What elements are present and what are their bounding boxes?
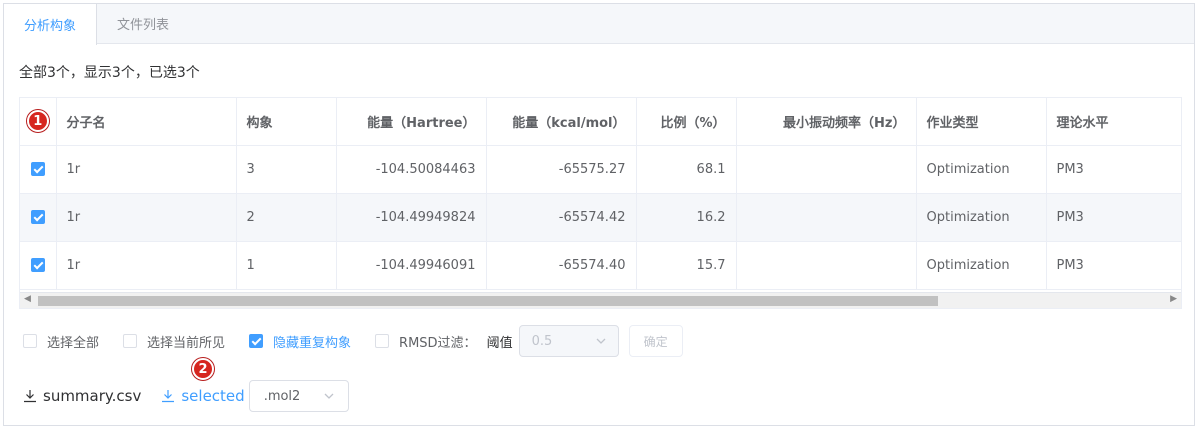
download-selected-link[interactable]: selected <box>161 387 245 405</box>
row-checkbox[interactable] <box>30 162 45 176</box>
scroll-left-icon[interactable]: ◀ <box>24 294 31 304</box>
tab-bar: 分析构象 文件列表 <box>4 4 1194 45</box>
cell-energy-kcal: -65575.27 <box>486 145 637 194</box>
cell-energy-hartree: -104.50084463 <box>336 145 487 194</box>
cell-theory-level: PM3 <box>1046 145 1181 194</box>
row-checkbox[interactable] <box>30 210 45 224</box>
cell-job-type: Optimization <box>916 145 1047 194</box>
select-visible-checkbox[interactable] <box>123 334 138 348</box>
hide-duplicates-checkbox[interactable] <box>249 334 264 348</box>
select-all-label: 选择全部 <box>47 335 100 351</box>
download-summary-link[interactable]: summary.csv <box>23 387 141 405</box>
cell-job-type: Optimization <box>916 241 1047 290</box>
header-theory-level[interactable]: 理论水平 <box>1046 98 1181 146</box>
rmsd-filter-checkbox[interactable] <box>375 334 390 348</box>
rmsd-filter-option[interactable]: RMSD过滤： <box>375 332 477 351</box>
hide-duplicates-option[interactable]: 隐藏重复构象 <box>249 332 351 351</box>
selection-summary: 全部3个，显示3个，已选3个 <box>19 65 200 81</box>
download-icon <box>24 390 36 403</box>
cell-theory-level: PM3 <box>1046 193 1181 242</box>
cell-molecule-name: 1r <box>56 193 237 242</box>
cell-conformer: 3 <box>236 145 337 194</box>
cell-min-frequency <box>736 193 917 242</box>
cell-energy-hartree: -104.49949824 <box>336 193 487 242</box>
cell-molecule-name: 1r <box>56 145 237 194</box>
select-all-checkbox[interactable] <box>23 334 37 348</box>
cell-energy-hartree: -104.49946091 <box>336 241 487 290</box>
select-visible-option[interactable]: 选择当前所见 <box>123 332 225 351</box>
cell-conformer: 2 <box>236 193 337 242</box>
conformer-panel: 分析构象 文件列表 全部3个，显示3个，已选3个 1 分子名 构象 能量（Har… <box>3 3 1195 426</box>
download-icon <box>162 390 175 403</box>
header-energy-kcal[interactable]: 能量（kcal/mol） <box>486 98 637 146</box>
format-select[interactable]: .mol2 <box>248 380 349 412</box>
confirm-button[interactable]: 确定 <box>628 325 683 357</box>
header-ratio[interactable]: 比例（%） <box>636 98 737 146</box>
tab-file-list[interactable]: 文件列表 <box>97 4 190 43</box>
cell-theory-level: PM3 <box>1046 241 1181 290</box>
row-checkbox-cell <box>20 193 57 242</box>
threshold-select[interactable]: 0.5 <box>518 325 619 357</box>
row-checkbox-cell <box>20 145 57 194</box>
conformer-table: 1 分子名 构象 能量（Hartree） 能量（kcal/mol） 比例（%） … <box>19 97 1182 309</box>
cell-job-type: Optimization <box>916 193 1047 242</box>
cell-energy-kcal: -65574.40 <box>486 241 637 290</box>
table-row[interactable]: 1r 3 -104.50084463 -65575.27 68.1 Optimi… <box>20 145 1181 194</box>
cell-molecule-name: 1r <box>56 241 237 290</box>
cell-ratio: 16.2 <box>636 193 737 242</box>
row-checkbox-cell <box>20 241 57 290</box>
table-row[interactable]: 1r 1 -104.49946091 -65574.40 15.7 Optimi… <box>20 241 1181 290</box>
format-value: .mol2 <box>263 388 301 404</box>
chevron-down-icon <box>596 338 606 344</box>
row-checkbox[interactable] <box>30 258 45 272</box>
cell-energy-kcal: -65574.42 <box>486 193 637 242</box>
cell-ratio: 15.7 <box>636 241 737 290</box>
cell-min-frequency <box>736 145 917 194</box>
header-energy-hartree[interactable]: 能量（Hartree） <box>336 98 487 146</box>
hide-duplicates-label: 隐藏重复构象 <box>273 335 352 351</box>
header-marker-cell: 1 <box>20 98 57 146</box>
options-bar: 选择全部 选择当前所见 隐藏重复构象 RMSD过滤： 阈值 0.5 确定 <box>23 325 683 357</box>
select-all-option[interactable]: 选择全部 <box>23 332 99 351</box>
tab-analysis-conformers[interactable]: 分析构象 <box>4 4 98 45</box>
cell-ratio: 68.1 <box>636 145 737 194</box>
annotation-marker-2: 2 <box>192 358 214 380</box>
header-conformer[interactable]: 构象 <box>236 98 337 146</box>
table-row[interactable]: 1r 2 -104.49949824 -65574.42 16.2 Optimi… <box>20 193 1181 242</box>
header-molecule-name[interactable]: 分子名 <box>56 98 237 146</box>
header-job-type[interactable]: 作业类型 <box>916 98 1047 146</box>
download-bar: summary.csv selected .mol2 <box>23 380 349 412</box>
scrollbar-thumb[interactable] <box>38 296 938 306</box>
annotation-marker-1: 1 <box>26 110 49 133</box>
horizontal-scrollbar[interactable]: ◀ ▶ <box>20 292 1181 308</box>
chevron-down-icon <box>324 393 334 399</box>
download-summary-label: summary.csv <box>43 387 142 405</box>
select-visible-label: 选择当前所见 <box>147 335 226 351</box>
rmsd-filter-label: RMSD过滤： <box>399 335 477 351</box>
scroll-right-icon[interactable]: ▶ <box>1170 294 1177 304</box>
threshold-value: 0.5 <box>531 333 553 349</box>
cell-conformer: 1 <box>236 241 337 290</box>
threshold-label: 阈值 <box>486 335 513 351</box>
download-selected-label: selected <box>181 387 245 405</box>
header-min-frequency[interactable]: 最小振动频率（Hz） <box>736 98 917 146</box>
cell-min-frequency <box>736 241 917 290</box>
table-header-row: 1 分子名 构象 能量（Hartree） 能量（kcal/mol） 比例（%） … <box>20 98 1181 146</box>
